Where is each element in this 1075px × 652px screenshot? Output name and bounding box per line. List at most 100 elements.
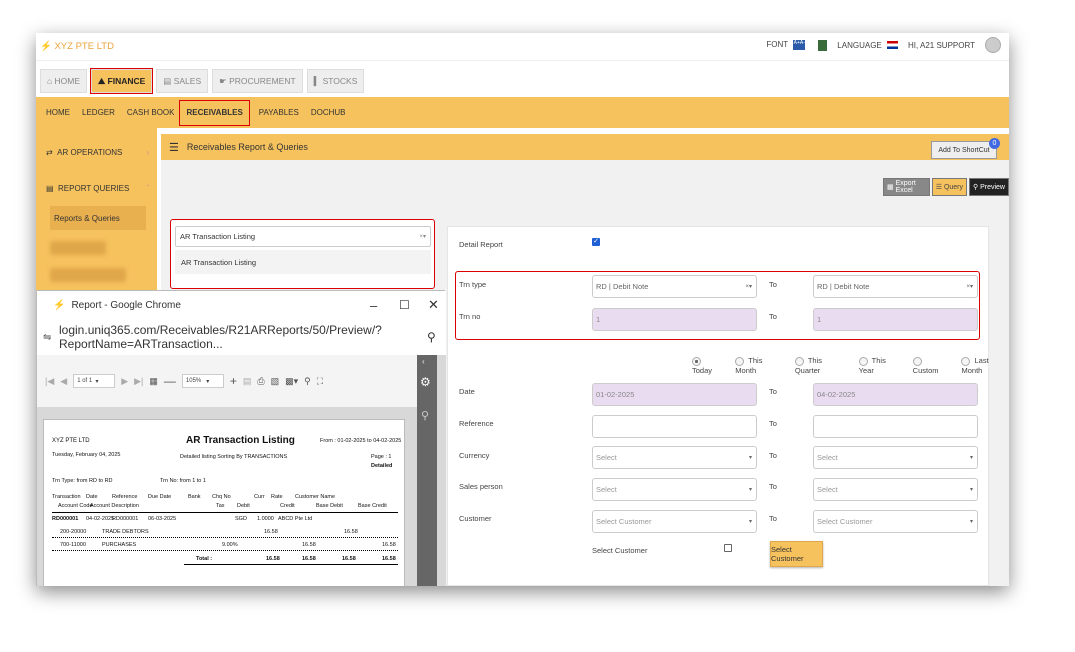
brand[interactable]: ⚡ XYZ PTE LTD (40, 41, 114, 52)
gear-icon[interactable]: ⚙ (420, 375, 431, 389)
zoom-out-icon[interactable]: — (164, 374, 176, 388)
shortcut-label: Add To ShortCut (938, 146, 990, 154)
currency-from-select[interactable]: Select ▾ (592, 446, 757, 469)
customer-to-select[interactable]: Select Customer ▾ (813, 510, 978, 533)
page-header: ☰ Receivables Report & Queries (161, 134, 1009, 160)
detail-report-checkbox[interactable]: ✓ (592, 238, 600, 246)
period-custom[interactable]: Custom (912, 356, 950, 375)
tab-finance[interactable]: ⛰ FINANCE (89, 68, 154, 94)
trn-type-from-select[interactable]: RD | Debit Note ×▾ (592, 275, 757, 298)
to-label: To (769, 280, 777, 289)
book-icon[interactable] (818, 39, 828, 51)
period-this-year[interactable]: This Year (858, 356, 901, 375)
row-curr: SGD (235, 516, 247, 522)
period-today[interactable]: Today (692, 356, 723, 375)
export-icon[interactable]: ▩▾ (285, 376, 298, 387)
last-page-icon[interactable]: ▶| (134, 376, 143, 387)
search-icon[interactable]: ⚲ (421, 409, 429, 422)
tab-stocks[interactable]: ▍ STOCKS (306, 69, 365, 93)
chevron-down-icon: ▾ (748, 455, 752, 461)
salesperson-to-select[interactable]: Select ▾ (813, 478, 978, 501)
date-from-input[interactable]: 01-02-2025 (592, 383, 757, 406)
row-base-credit: 16.58 (382, 542, 396, 548)
period-last-month[interactable]: Last Month (961, 356, 1009, 375)
subnav-payables[interactable]: PAYABLES (253, 101, 305, 125)
fullscreen-icon[interactable]: ⛶ (317, 376, 323, 387)
chrome-title: Report - Google Chrome (71, 299, 181, 311)
next-page-icon[interactable]: ▶ (121, 376, 128, 387)
tab-home[interactable]: ⌂ HOME (40, 69, 87, 93)
export-excel-button[interactable]: ▦ Export Excel (883, 178, 930, 196)
report-range: From : 01-02-2025 to 04-02-2025 (320, 438, 402, 444)
subnav-ledger[interactable]: LEDGER (76, 101, 121, 125)
tab-procurement[interactable]: ☛ PROCUREMENT (212, 69, 303, 93)
salesperson-from-select[interactable]: Select ▾ (592, 478, 757, 501)
radio-icon (912, 356, 922, 366)
preview-button[interactable]: ⚲ Preview (969, 178, 1009, 196)
page-select[interactable]: 1 of 1 ▾ (73, 374, 116, 388)
reference-to-input[interactable] (813, 415, 978, 438)
sub-navigation: HOME LEDGER CASH BOOK RECEIVABLES PAYABL… (36, 97, 1009, 128)
font-size-icon[interactable]: A+A- (793, 40, 806, 50)
chevron-right-icon: › (146, 147, 149, 157)
clear-icon[interactable]: ×▾ (745, 283, 752, 290)
subnav-cash-book[interactable]: CASH BOOK (121, 101, 181, 125)
user-greeting[interactable]: HI, A21 SUPPORT (908, 41, 975, 50)
trn-no-to-input[interactable]: 1 (813, 308, 978, 331)
period-this-month[interactable]: This Month (735, 356, 783, 375)
zoom-select[interactable]: 105% ▾ (181, 374, 224, 388)
trn-type-to-select[interactable]: RD | Debit Note ×▾ (813, 275, 978, 298)
site-info-icon[interactable]: ⇋ (43, 332, 51, 343)
subnav-home[interactable]: HOME (40, 101, 76, 125)
collapse-icon[interactable]: ‹ (422, 357, 425, 366)
address-bar[interactable]: ⇋ login.uniq365.com/Receivables/R21ARRep… (37, 319, 446, 355)
sidebar-item-ar-operations[interactable]: ⇄ AR OPERATIONS › (36, 137, 157, 167)
trn-no-from-input[interactable]: 1 (592, 308, 757, 331)
total-debit: 16.58 (266, 556, 280, 562)
search-icon[interactable]: ⚲ (304, 376, 311, 387)
shortcut-badge: 0 (989, 138, 1000, 149)
select-customer-button[interactable]: Select Customer (770, 541, 823, 567)
col-base-credit: Base Credit (358, 503, 387, 509)
refresh-icon[interactable]: ▤ (243, 376, 252, 387)
close-icon[interactable]: ✕ (428, 297, 439, 313)
subnav-dochub[interactable]: DOCHUB (305, 101, 352, 125)
report-select[interactable]: AR Transaction Listing ×▾ (175, 226, 431, 247)
report-option[interactable]: AR Transaction Listing (175, 250, 431, 274)
currency-to-select[interactable]: Select ▾ (813, 446, 978, 469)
subnav-receivables[interactable]: RECEIVABLES (179, 99, 250, 126)
parameters-icon[interactable]: ▦ (149, 376, 158, 387)
clear-icon[interactable]: ×▾ (966, 283, 973, 290)
add-to-shortcut-button[interactable]: Add To ShortCut 0 (931, 138, 1000, 159)
select-customer-checkbox[interactable] (724, 544, 732, 552)
date-to-input[interactable]: 04-02-2025 (813, 383, 978, 406)
avatar[interactable] (985, 37, 1001, 53)
language-control[interactable]: LANGUAGE (837, 41, 898, 50)
customer-from-select[interactable]: Select Customer ▾ (592, 510, 757, 533)
print-layout-icon[interactable]: ▧ (271, 376, 280, 387)
font-control[interactable]: FONT A+A- (766, 40, 806, 50)
first-page-icon[interactable]: |◀ (45, 376, 54, 387)
chevron-down-icon: ▾ (969, 487, 973, 493)
zoom-search-icon[interactable]: ⚲ (427, 330, 436, 344)
period-this-quarter[interactable]: This Quarter (794, 356, 847, 375)
select-customer-label: Select Customer (592, 546, 648, 555)
chevron-up-icon: ˆ (146, 183, 149, 193)
clear-icon[interactable]: ×▾ (419, 233, 426, 240)
minimize-icon[interactable]: – (370, 298, 377, 313)
prev-page-icon[interactable]: ◀ (60, 376, 67, 387)
chrome-titlebar: ⚡ Report - Google Chrome – ☐ ✕ (37, 291, 446, 319)
print-icon[interactable]: ⎙ (257, 376, 264, 387)
maximize-icon[interactable]: ☐ (399, 298, 410, 312)
query-button[interactable]: ☰ Query (931, 178, 968, 196)
reference-from-input[interactable] (592, 415, 757, 438)
col-date: Date (86, 494, 98, 500)
sidebar-item-reports-queries[interactable]: Reports & Queries (50, 206, 146, 230)
report-company: XYZ PTE LTD (52, 438, 90, 444)
menu-icon[interactable]: ☰ (169, 141, 179, 154)
blurred-item (50, 268, 126, 282)
sidebar-item-report-queries[interactable]: ▤ REPORT QUERIES ˆ (36, 173, 157, 203)
zoom-in-icon[interactable]: + (230, 374, 237, 388)
tab-sales[interactable]: ▤ SALES (156, 69, 209, 93)
top-right-menu: FONT A+A- LANGUAGE HI, A21 SUPPORT (766, 37, 1001, 53)
